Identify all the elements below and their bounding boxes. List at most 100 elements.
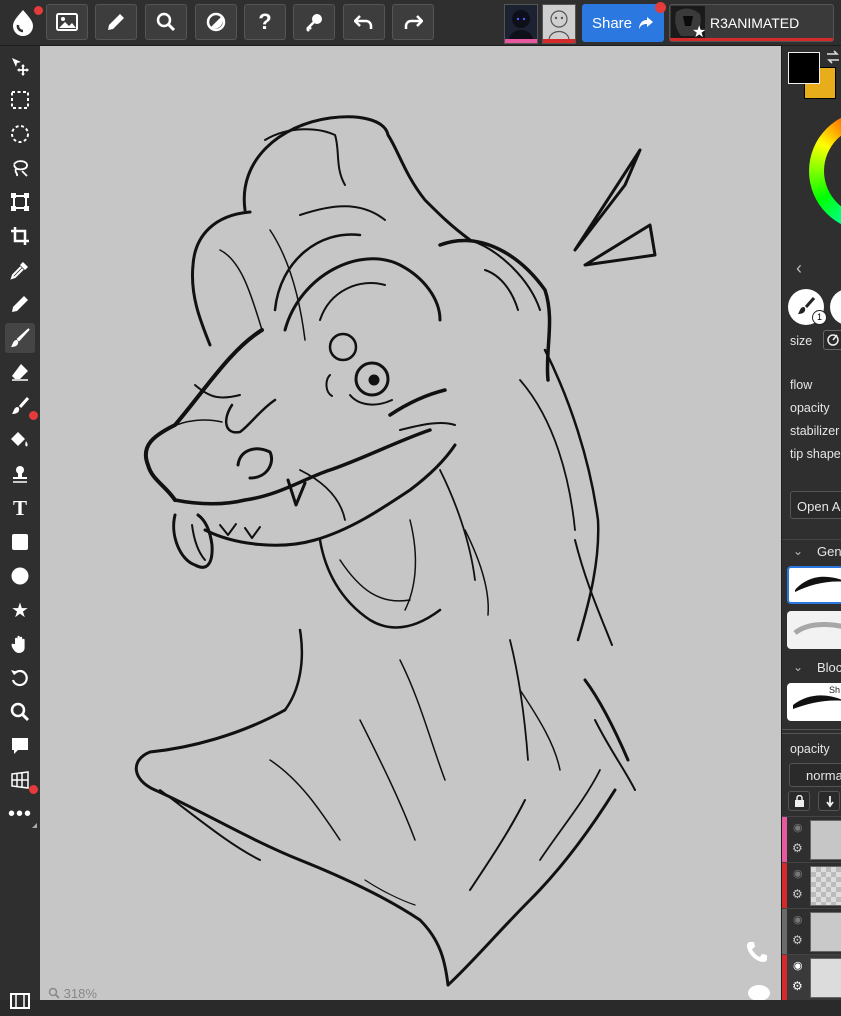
chat-icon[interactable] (747, 984, 771, 1000)
open-advanced-button[interactable]: Open Ac (790, 491, 841, 519)
move-tool[interactable] (5, 51, 35, 81)
smudge-tool[interactable] (5, 391, 38, 421)
eye-icon[interactable]: ◉ (793, 913, 803, 926)
layer-thumbnail (810, 820, 841, 860)
rect-select-tool[interactable] (5, 85, 35, 115)
eyedropper-tool[interactable] (5, 255, 35, 285)
rectangle-tool[interactable] (5, 527, 35, 557)
image-icon (56, 13, 78, 31)
brush-group-header-1[interactable]: ⌄ Gen (782, 539, 841, 564)
film-strip-icon (10, 993, 30, 1009)
move-icon (12, 58, 29, 76)
brush-item-3[interactable]: Sh (787, 683, 841, 721)
layer-owner-strip (782, 863, 787, 908)
open-advanced-label: Open Ac (797, 499, 841, 514)
pressure-icon (827, 334, 839, 346)
hand-tool[interactable] (5, 629, 35, 659)
redo-button[interactable] (392, 4, 434, 40)
swap-colors-icon[interactable] (825, 50, 841, 64)
zoom-small-icon (48, 987, 60, 999)
fill-tool[interactable] (5, 425, 35, 455)
crop-icon (11, 227, 29, 245)
layer-settings-icon[interactable]: ⚙ (792, 933, 803, 947)
layer-settings-icon[interactable]: ⚙ (792, 841, 803, 855)
ellipse-tool[interactable] (5, 561, 35, 591)
size-pressure-toggle[interactable] (823, 330, 841, 350)
layer-settings-icon[interactable]: ⚙ (792, 979, 803, 993)
brush-item-2[interactable] (787, 611, 841, 649)
image-button[interactable] (46, 4, 88, 40)
brush-group-label: Bloc (817, 660, 841, 675)
friend-avatar-1[interactable] (504, 4, 538, 44)
primary-color-swatch[interactable] (788, 52, 820, 84)
comment-tool[interactable] (5, 731, 35, 761)
brush-preset-button[interactable]: 1 (788, 289, 827, 325)
transform-tool[interactable] (5, 187, 35, 217)
brush-group-header-2[interactable]: ⌄ Bloc (782, 656, 841, 680)
brush-name: Sh (829, 685, 841, 695)
blend-mode-value: norma (806, 768, 841, 783)
layer-row-2[interactable]: ◉ ⚙ (782, 862, 841, 908)
film-strip-tool[interactable] (5, 986, 35, 1016)
brush-group-label: Gen (817, 544, 841, 559)
share-button[interactable]: Share (582, 2, 666, 42)
layer-row-1[interactable]: ◉ ⚙ (782, 816, 841, 862)
brush-item-1[interactable] (787, 566, 841, 604)
crop-tool[interactable] (5, 221, 35, 251)
eye-icon[interactable]: ◉ (793, 959, 803, 972)
eraser-tool[interactable] (5, 357, 35, 387)
speech-bubble-icon (12, 738, 28, 754)
more-tools[interactable]: ••• (5, 799, 37, 829)
layer-row-4[interactable]: ◉ ⚙ (782, 954, 841, 1000)
key-button[interactable] (293, 4, 335, 40)
more-icon: ••• (7, 803, 32, 825)
flow-label: flow (790, 378, 813, 392)
tool-notification-dot (29, 411, 38, 420)
help-button[interactable]: ? (244, 4, 286, 40)
brush-tool[interactable] (5, 323, 35, 353)
layer-owner-strip (782, 955, 787, 1000)
undo-icon (354, 15, 373, 29)
opacity-label: opacity (790, 401, 830, 415)
lasso-tool[interactable] (5, 153, 35, 183)
clip-arrow-icon (826, 796, 834, 808)
pencil-tool[interactable] (5, 289, 35, 319)
zoom-label: 318% (63, 986, 97, 1001)
clip-button[interactable] (818, 791, 840, 811)
rotate-tool[interactable] (5, 663, 35, 693)
clone-tool[interactable] (5, 459, 35, 489)
brush-dropdown-button[interactable] (830, 289, 841, 325)
tip-shape-label: tip shape (790, 447, 841, 461)
chevron-left-icon[interactable]: ‹ (796, 258, 802, 279)
search-button[interactable] (145, 4, 187, 40)
eye-icon[interactable]: ◉ (793, 867, 803, 880)
lasso-icon (13, 160, 28, 177)
stabilizer-label: stabilizer (790, 424, 840, 438)
zoom-tool[interactable] (5, 697, 35, 727)
ellipse-select-tool[interactable] (5, 119, 35, 149)
key-icon (306, 14, 322, 32)
layer-row-3[interactable]: ◉ ⚙ (782, 908, 841, 954)
layer-owner-strip (782, 817, 787, 862)
friend-avatar-2[interactable] (542, 4, 576, 44)
undo-button[interactable] (343, 4, 385, 40)
eye-icon[interactable]: ◉ (793, 821, 803, 834)
drawing-canvas[interactable] (40, 46, 781, 1000)
adjust-button[interactable] (195, 4, 237, 40)
edit-button[interactable] (95, 4, 137, 40)
layer-settings-icon[interactable]: ⚙ (792, 887, 803, 901)
eraser-icon (12, 364, 28, 381)
layer-thumbnail (810, 912, 841, 952)
user-profile-button[interactable]: ★ R3ANIMATED (669, 4, 834, 42)
text-tool[interactable]: T (5, 493, 35, 523)
lock-button[interactable] (788, 791, 810, 811)
redo-icon (404, 15, 423, 29)
perspective-tool[interactable] (5, 765, 38, 795)
adjustments-icon (206, 12, 226, 32)
blend-mode-select[interactable]: norma (789, 763, 841, 787)
text-icon: T (12, 495, 27, 520)
phone-icon[interactable] (745, 940, 769, 964)
app-logo-icon[interactable] (5, 4, 43, 40)
star-tool[interactable]: ★ (5, 595, 35, 625)
layer-thumbnail (810, 866, 841, 906)
